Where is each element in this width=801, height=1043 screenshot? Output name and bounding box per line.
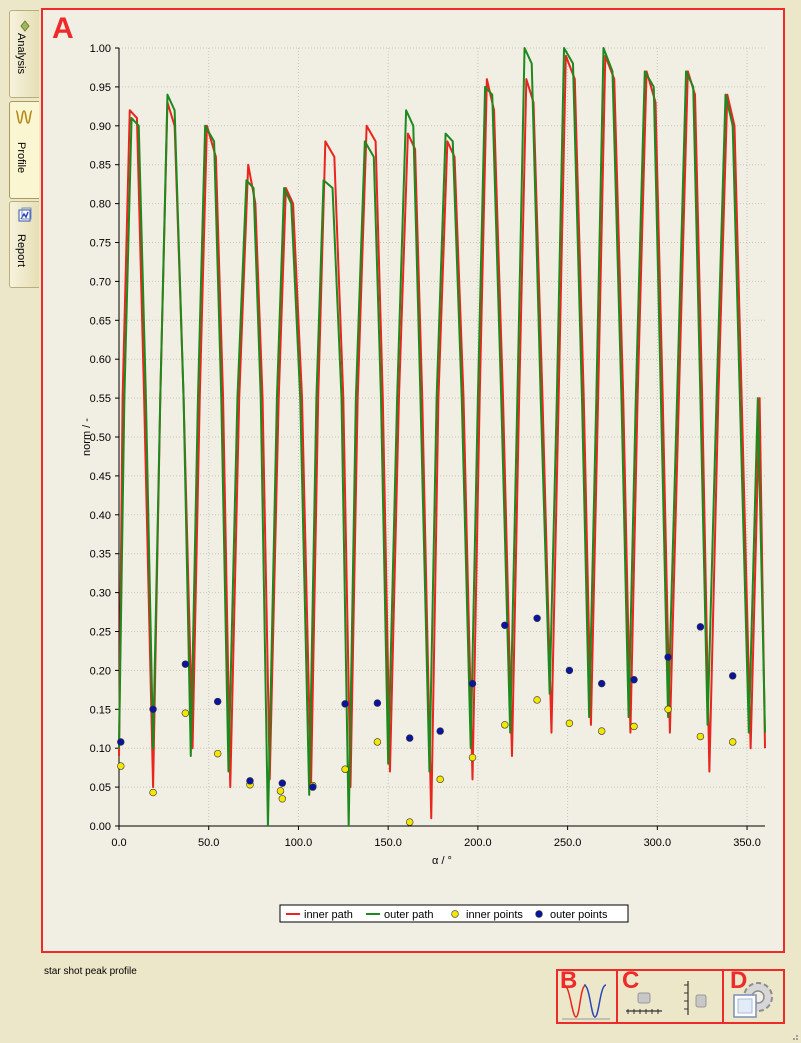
- axis-scale-group: C: [616, 967, 724, 1024]
- annotation-label-b: B: [560, 967, 578, 994]
- tab-label: Report: [15, 234, 27, 268]
- annotation-label-d: D: [730, 967, 748, 994]
- tab-report[interactable]: Report: [9, 201, 39, 288]
- annotation-label-a: A: [52, 12, 74, 45]
- horizontal-ruler-icon[interactable]: [626, 992, 662, 1014]
- profile-chart-panel: [41, 8, 785, 953]
- tab-label: Analysis: [15, 33, 27, 74]
- status-text: star shot peak profile: [44, 966, 137, 977]
- tab-label: Profile: [15, 142, 27, 174]
- profile-view-button[interactable]: B: [556, 967, 618, 1024]
- report-icon: [18, 207, 32, 222]
- tab-profile[interactable]: Profile: [9, 101, 39, 199]
- tab-analysis[interactable]: Analysis: [9, 10, 39, 98]
- resize-grip-icon[interactable]: [791, 1033, 799, 1041]
- vertical-ruler-icon[interactable]: [684, 981, 707, 1015]
- annotation-label-c: C: [622, 967, 640, 994]
- vertical-tab-strip: Analysis Profile Report: [0, 0, 40, 1043]
- profile-wave-icon: [15, 110, 33, 124]
- settings-button[interactable]: D: [722, 967, 785, 1024]
